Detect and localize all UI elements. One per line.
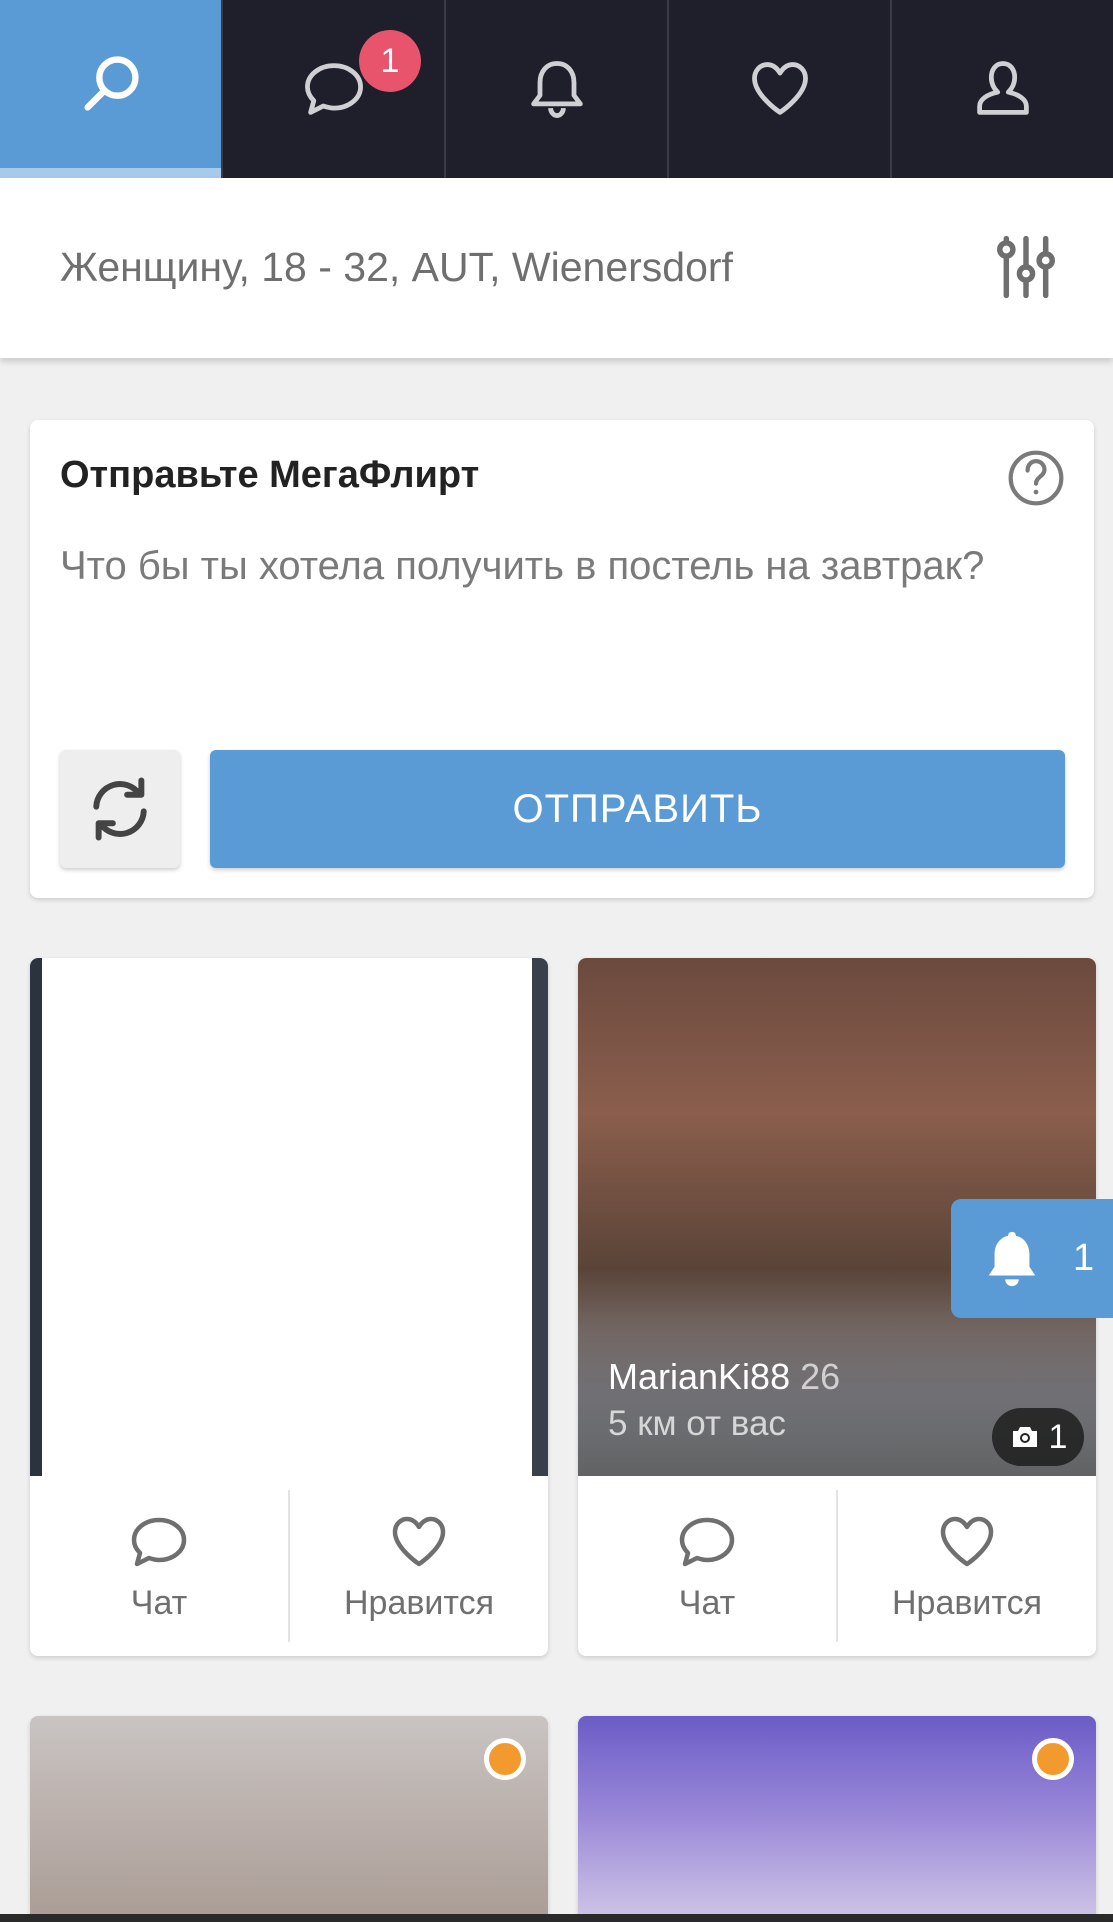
- heart-icon: [940, 1516, 994, 1566]
- tab-notifications[interactable]: [444, 0, 667, 178]
- profile-photo[interactable]: [30, 1716, 548, 1922]
- floating-notification-button[interactable]: 1: [951, 1199, 1113, 1318]
- profile-card[interactable]: [578, 1716, 1096, 1922]
- megaflirt-title: Отправьте МегаФлирт: [60, 454, 480, 496]
- top-navigation: 1: [0, 0, 1113, 178]
- megaflirt-question: Что бы ты хотела получить в постель на з…: [60, 544, 985, 588]
- chat-bubble-icon: [304, 63, 363, 115]
- chat-bubble-icon: [679, 1517, 735, 1566]
- filter-summary: Женщину, 18 - 32, AUT, Wienersdorf: [60, 244, 733, 290]
- heart-icon: [392, 1516, 446, 1566]
- like-label: Нравится: [343, 1583, 495, 1622]
- tab-search[interactable]: [0, 0, 221, 178]
- chat-button[interactable]: Чат: [30, 1476, 288, 1656]
- bottom-edge: [0, 1914, 1113, 1922]
- bell-icon: [530, 61, 583, 118]
- help-icon[interactable]: [1006, 448, 1066, 508]
- photo-count-badge: 1: [992, 1408, 1084, 1466]
- refresh-icon: [93, 777, 147, 841]
- profile-name: MarianKi88: [608, 1356, 791, 1397]
- search-filter-bar[interactable]: Женщину, 18 - 32, AUT, Wienersdorf: [0, 178, 1113, 358]
- profile-distance: 5 км от вас: [608, 1404, 786, 1443]
- profile-photo[interactable]: [30, 958, 548, 1476]
- profile-card[interactable]: [30, 1716, 548, 1922]
- profile-photo[interactable]: [578, 1716, 1096, 1922]
- refresh-question-button[interactable]: [60, 750, 180, 868]
- online-status-dot: [484, 1738, 526, 1780]
- search-icon: [83, 56, 139, 111]
- bell-icon: [988, 1231, 1036, 1286]
- profile-name-line: MarianKi88 26: [608, 1356, 840, 1398]
- photo-count: 1: [1048, 1417, 1068, 1456]
- profile-actions: Чат Нравится: [578, 1476, 1096, 1656]
- tab-profile[interactable]: [890, 0, 1113, 178]
- notification-count: 1: [1073, 1237, 1095, 1279]
- profile-card[interactable]: Чат Нравится: [30, 958, 548, 1656]
- like-button[interactable]: Нравится: [836, 1490, 1096, 1642]
- like-label: Нравится: [891, 1583, 1043, 1622]
- chat-bubble-icon: [131, 1517, 187, 1566]
- profile-actions: Чат Нравится: [30, 1476, 548, 1656]
- messages-badge: 1: [359, 30, 421, 92]
- user-icon: [976, 61, 1029, 115]
- chat-label: Чат: [130, 1583, 188, 1622]
- chat-label: Чат: [678, 1583, 736, 1622]
- tab-likes[interactable]: [667, 0, 890, 178]
- heart-icon: [751, 62, 808, 115]
- send-megaflirt-button[interactable]: ОТПРАВИТЬ: [210, 750, 1065, 868]
- tab-messages[interactable]: 1: [221, 0, 444, 178]
- like-button[interactable]: Нравится: [288, 1490, 548, 1642]
- profile-age: 26: [800, 1356, 841, 1397]
- online-status-dot: [1032, 1738, 1074, 1780]
- megaflirt-card: Отправьте МегаФлирт Что бы ты хотела пол…: [30, 420, 1094, 898]
- chat-button[interactable]: Чат: [578, 1476, 836, 1656]
- camera-icon: [1012, 1427, 1037, 1447]
- sliders-icon[interactable]: [991, 232, 1061, 302]
